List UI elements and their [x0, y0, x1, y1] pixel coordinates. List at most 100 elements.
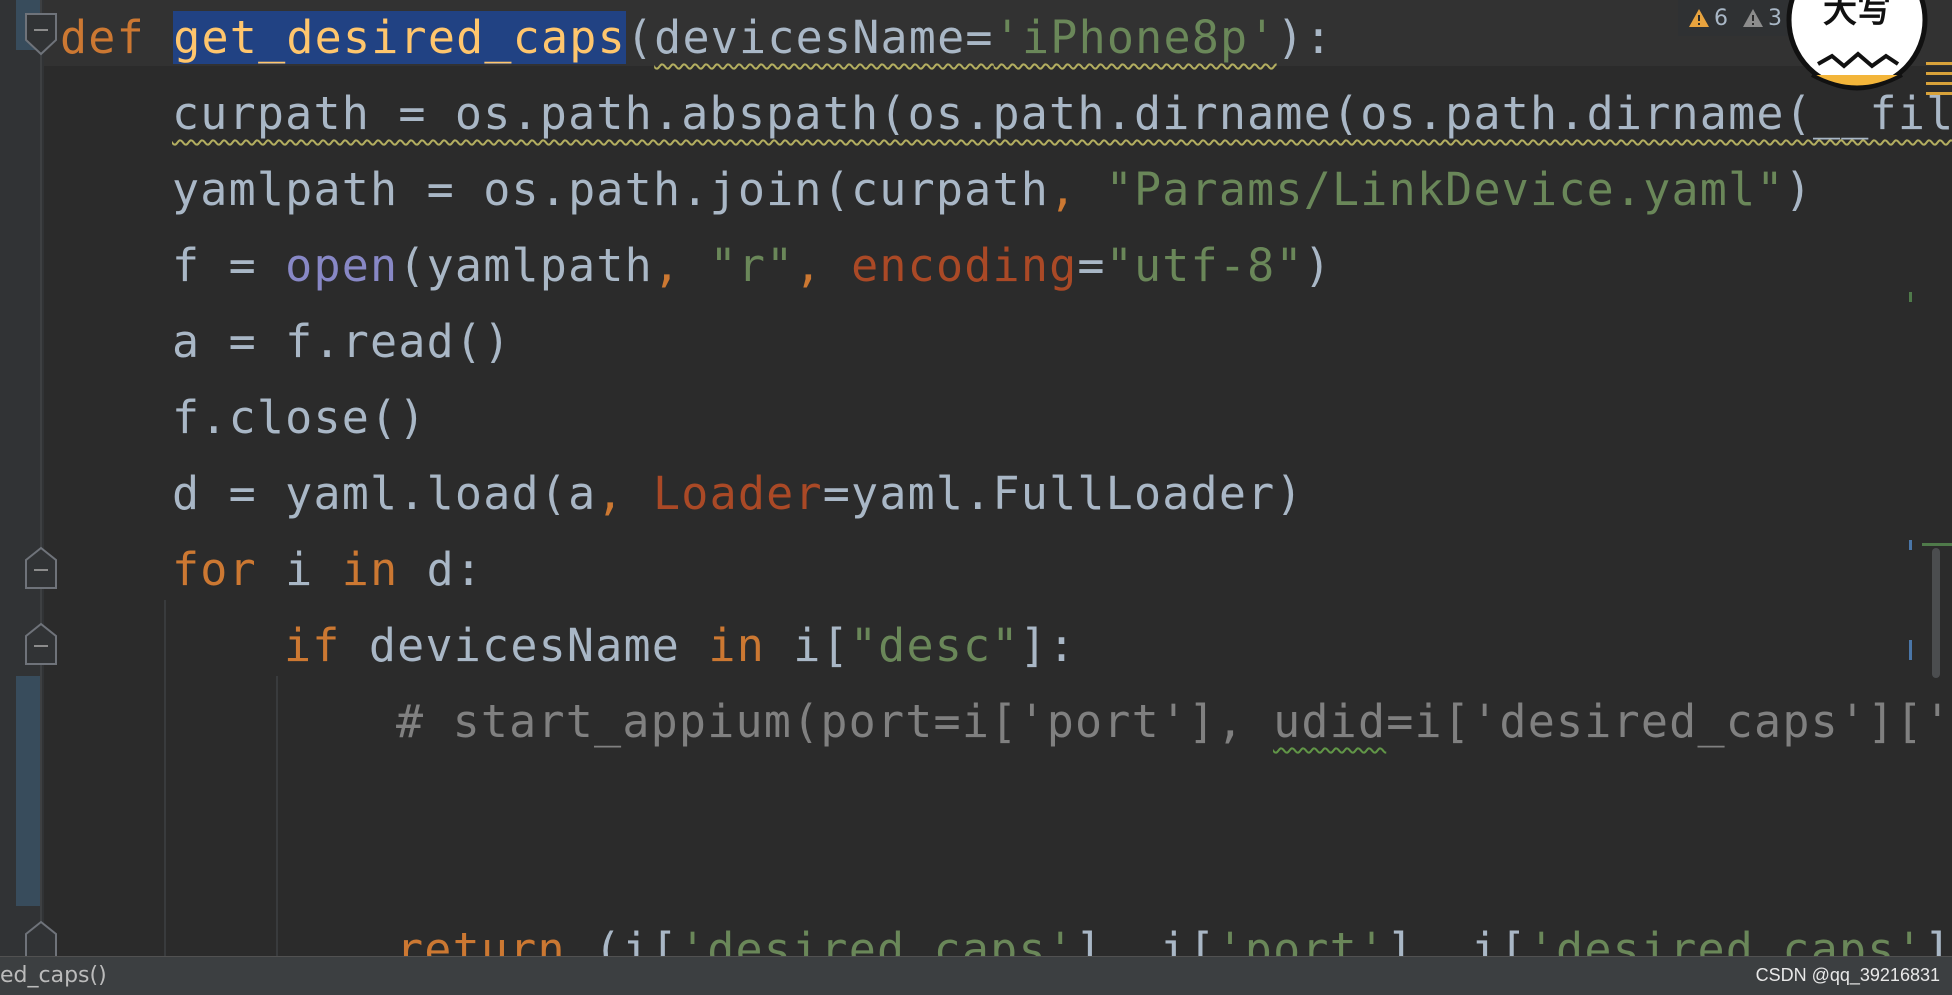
- code-line[interactable]: [0, 760, 1952, 836]
- code-line[interactable]: if devicesName in i["desc"]:: [0, 608, 1952, 684]
- code-line-text[interactable]: return (i['desired_caps'], i['port'], i[…: [396, 920, 1952, 956]
- code-token: in: [341, 543, 399, 596]
- code-token: (: [625, 11, 655, 64]
- weak-warning-icon: [1743, 9, 1763, 27]
- code-token: devicesName: [340, 619, 709, 672]
- code-token: ,: [1103, 923, 1132, 956]
- code-line-text[interactable]: f = open(yamlpath, "r", encoding="utf-8"…: [172, 236, 1332, 296]
- scrollbar-thumb[interactable]: [1932, 548, 1940, 678]
- code-token: =: [1077, 239, 1106, 292]
- code-token: i[: [1442, 923, 1528, 956]
- code-token: ,: [596, 467, 625, 520]
- code-token: "utf-8": [1105, 239, 1304, 292]
- inspection-widget[interactable]: 6 3: [1678, 0, 1792, 36]
- code-token: i[: [1131, 923, 1217, 956]
- code-line[interactable]: d = yaml.load(a, Loader=yaml.FullLoader): [0, 456, 1952, 532]
- code-token: ):: [1276, 11, 1334, 64]
- code-token: 'port': [1216, 923, 1387, 956]
- code-line[interactable]: def get_desired_caps(devicesName='iPhone…: [0, 0, 1952, 76]
- code-line-text[interactable]: yamlpath = os.path.join(curpath, "Params…: [172, 160, 1813, 220]
- code-line-text[interactable]: d = yaml.load(a, Loader=yaml.FullLoader): [172, 464, 1304, 524]
- code-token: if: [284, 619, 341, 672]
- code-line-text[interactable]: def get_desired_caps(devicesName='iPhone…: [60, 8, 1333, 68]
- code-token: 'desired_caps': [1527, 923, 1924, 956]
- code-token: "desc": [849, 619, 1020, 672]
- code-line[interactable]: yamlpath = os.path.join(curpath, "Params…: [0, 152, 1952, 228]
- code-line[interactable]: [0, 836, 1952, 912]
- warning-count[interactable]: 6: [1688, 6, 1728, 31]
- code-line[interactable]: for i in d:: [0, 532, 1952, 608]
- breadcrumb-function[interactable]: ed_caps(): [0, 963, 107, 988]
- code-token: a = f.read(): [172, 315, 512, 368]
- watermark: CSDN @qq_39216831: [1755, 965, 1940, 985]
- breadcrumb-bar: ed_caps() CSDN @qq_39216831: [0, 956, 1952, 995]
- code-token: f.close(): [172, 391, 427, 444]
- code-line[interactable]: # start_appium(port=i['port'], udid=i['d…: [0, 684, 1952, 760]
- weak-warning-count-value: 3: [1768, 5, 1782, 31]
- code-token: =i['desired_caps']['udid']): [1386, 695, 1952, 748]
- code-line-text[interactable]: curpath = os.path.abspath(os.path.dirnam…: [172, 84, 1952, 144]
- code-token: udid: [1273, 695, 1387, 748]
- code-token: devicesName=: [654, 11, 994, 64]
- error-stripe[interactable]: [1909, 0, 1952, 956]
- code-token: 'iPhone8p': [993, 11, 1277, 64]
- code-line-text[interactable]: a = f.read(): [172, 312, 512, 372]
- stripe-mark[interactable]: [1909, 540, 1912, 550]
- weak-warning-count[interactable]: 3: [1742, 6, 1782, 31]
- code-line[interactable]: f.close(): [0, 380, 1952, 456]
- code-token: ): [1303, 239, 1333, 292]
- code-token: ]: [1075, 923, 1104, 956]
- code-token: ,: [794, 239, 823, 292]
- code-line[interactable]: f = open(yamlpath, "r", encoding="utf-8"…: [0, 228, 1952, 304]
- stripe-mark[interactable]: [1922, 543, 1952, 546]
- code-token: for: [172, 543, 257, 596]
- warning-count-value: 6: [1714, 5, 1728, 31]
- code-token: encoding: [851, 239, 1078, 292]
- code-token: return: [396, 923, 566, 956]
- code-editor[interactable]: def get_desired_caps(devicesName='iPhone…: [0, 0, 1952, 956]
- code-line-text[interactable]: f.close(): [172, 388, 427, 448]
- stripe-mark[interactable]: [1909, 292, 1912, 302]
- code-token: get_desired_caps: [173, 11, 626, 64]
- code-token: Loader: [652, 467, 823, 520]
- code-token: curpath = os.path.abspath(os.path.dirnam…: [172, 87, 1952, 140]
- code-token: "r": [709, 239, 795, 292]
- mascot-label: 大写: [1823, 0, 1891, 31]
- code-token: i: [256, 543, 342, 596]
- stripe-mark[interactable]: [1926, 92, 1952, 95]
- stripe-mark[interactable]: [1926, 62, 1952, 65]
- code-token: =yaml.FullLoader): [822, 467, 1304, 520]
- mascot-sticker: 大写: [1782, 0, 1932, 100]
- code-line-text[interactable]: # start_appium(port=i['port'], udid=i['d…: [396, 692, 1952, 752]
- code-token: yamlpath = os.path.join(curpath: [172, 163, 1050, 216]
- code-token: ]: [1386, 923, 1415, 956]
- code-token: open: [285, 239, 399, 292]
- code-token: "Params/LinkDevice.yaml": [1105, 163, 1785, 216]
- code-line[interactable]: a = f.read(): [0, 304, 1952, 380]
- code-token: d:: [398, 543, 484, 596]
- stripe-mark[interactable]: [1926, 72, 1952, 75]
- code-token: f =: [172, 239, 286, 292]
- code-line[interactable]: return (i['desired_caps'], i['port'], i[…: [0, 912, 1952, 956]
- code-token: ,: [1049, 163, 1078, 216]
- stripe-mark[interactable]: [1909, 640, 1912, 660]
- stripe-mark[interactable]: [1926, 82, 1952, 85]
- code-token: i[: [765, 619, 850, 672]
- code-line-text[interactable]: if devicesName in i["desc"]:: [284, 616, 1076, 676]
- code-token: ,: [652, 239, 682, 292]
- code-line-text[interactable]: for i in d:: [172, 540, 483, 600]
- code-token: 'desired_caps': [678, 923, 1076, 956]
- code-token: # start_appium(port=i['port'],: [396, 695, 1274, 748]
- code-token: (i[: [565, 923, 679, 956]
- code-token: (yamlpath: [398, 239, 653, 292]
- code-token: def: [60, 11, 145, 64]
- code-line[interactable]: curpath = os.path.abspath(os.path.dirnam…: [0, 76, 1952, 152]
- code-token: ): [1784, 163, 1813, 216]
- code-token: ,: [1414, 923, 1443, 956]
- warning-icon: [1689, 9, 1709, 27]
